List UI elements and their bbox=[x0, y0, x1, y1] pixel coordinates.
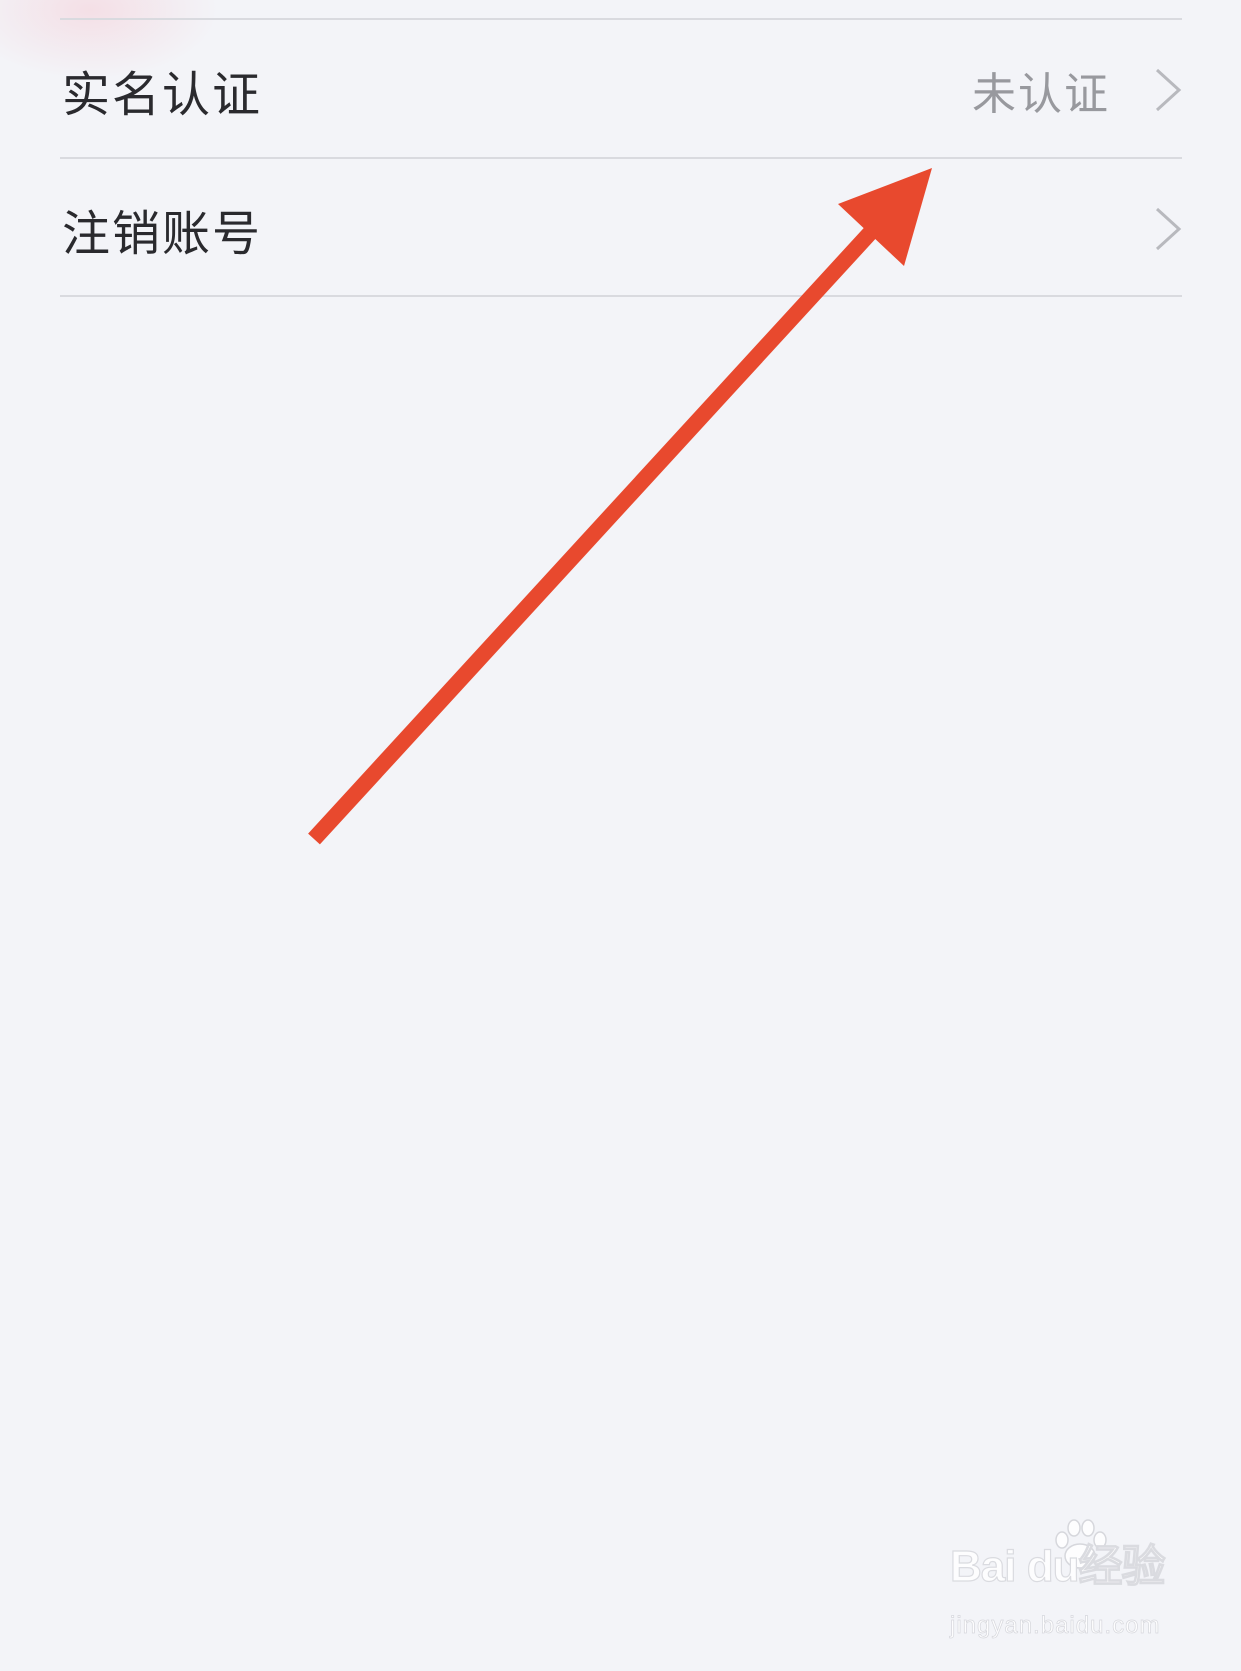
watermark-brand: Bai du经验 bbox=[949, 1541, 1166, 1591]
settings-item-real-name-verification[interactable]: 实名认证 未认证 bbox=[0, 22, 1241, 158]
watermark-url: jingyan.baidu.com bbox=[950, 1612, 1161, 1640]
divider-1 bbox=[60, 157, 1182, 159]
verification-status: 未认证 bbox=[972, 69, 1110, 120]
chevron-right-icon bbox=[1155, 68, 1182, 112]
chevron-right-icon bbox=[1155, 207, 1182, 251]
baidu-jingyan-watermark: Bai du经验 jingyan.baidu.com bbox=[949, 1519, 1190, 1650]
divider-top bbox=[60, 18, 1182, 20]
paw-icon bbox=[1055, 1519, 1107, 1569]
divider-2 bbox=[60, 295, 1182, 297]
settings-item-label: 注销账号 bbox=[62, 206, 263, 262]
settings-item-deactivate-account[interactable]: 注销账号 bbox=[0, 161, 1241, 297]
settings-item-label: 实名认证 bbox=[62, 67, 263, 123]
